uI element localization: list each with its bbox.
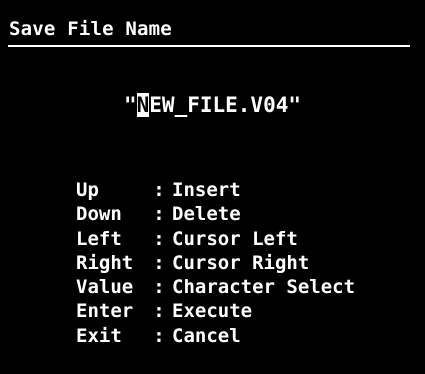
help-separator: :: [153, 179, 165, 201]
help-row-left: Left: Cursor Left: [76, 227, 355, 251]
help-key: Value: [76, 276, 134, 299]
filename-open-quote: ": [123, 93, 137, 117]
help-row-down: Down: Delete: [76, 202, 355, 226]
help-separator: :: [153, 276, 165, 299]
help-separator: :: [153, 324, 165, 347]
help-action: Delete: [172, 203, 241, 226]
help-key: Right: [76, 251, 134, 274]
filename-field[interactable]: "NEW_FILE.V04": [0, 92, 425, 118]
help-action: Character Select: [172, 276, 356, 299]
save-file-name-screen: Save File Name "NEW_FILE.V04" Up: Insert …: [0, 0, 425, 374]
help-separator: :: [153, 300, 165, 323]
help-action: Execute: [172, 300, 253, 323]
help-action: Cursor Right: [172, 251, 310, 274]
help-separator: :: [153, 251, 165, 274]
help-row-value: Value: Character Select: [76, 275, 355, 299]
help-key: Left: [76, 227, 122, 250]
filename-cursor-character[interactable]: N: [136, 93, 150, 117]
help-row-up: Up: Insert: [76, 178, 355, 202]
help-key: Exit: [76, 324, 122, 347]
key-help-list: Up: Insert Down: Delete Left: Cursor Left R…: [76, 178, 355, 348]
help-action: Insert: [172, 179, 241, 201]
help-key: Up: [76, 179, 99, 201]
help-row-enter: Enter: Execute: [76, 299, 355, 323]
help-action: Cursor Left: [172, 227, 298, 250]
help-action: Cancel: [172, 324, 241, 347]
help-row-right: Right: Cursor Right: [76, 251, 355, 275]
help-key: Enter: [76, 300, 134, 323]
filename-text: EW_FILE.V04: [149, 93, 289, 117]
help-row-exit: Exit: Cancel: [76, 324, 355, 348]
help-separator: :: [153, 227, 165, 250]
dialog-title: Save File Name: [9, 18, 172, 40]
filename-close-quote: ": [288, 93, 302, 117]
title-divider: [8, 45, 410, 47]
help-separator: :: [153, 203, 165, 226]
help-key: Down: [76, 203, 122, 226]
